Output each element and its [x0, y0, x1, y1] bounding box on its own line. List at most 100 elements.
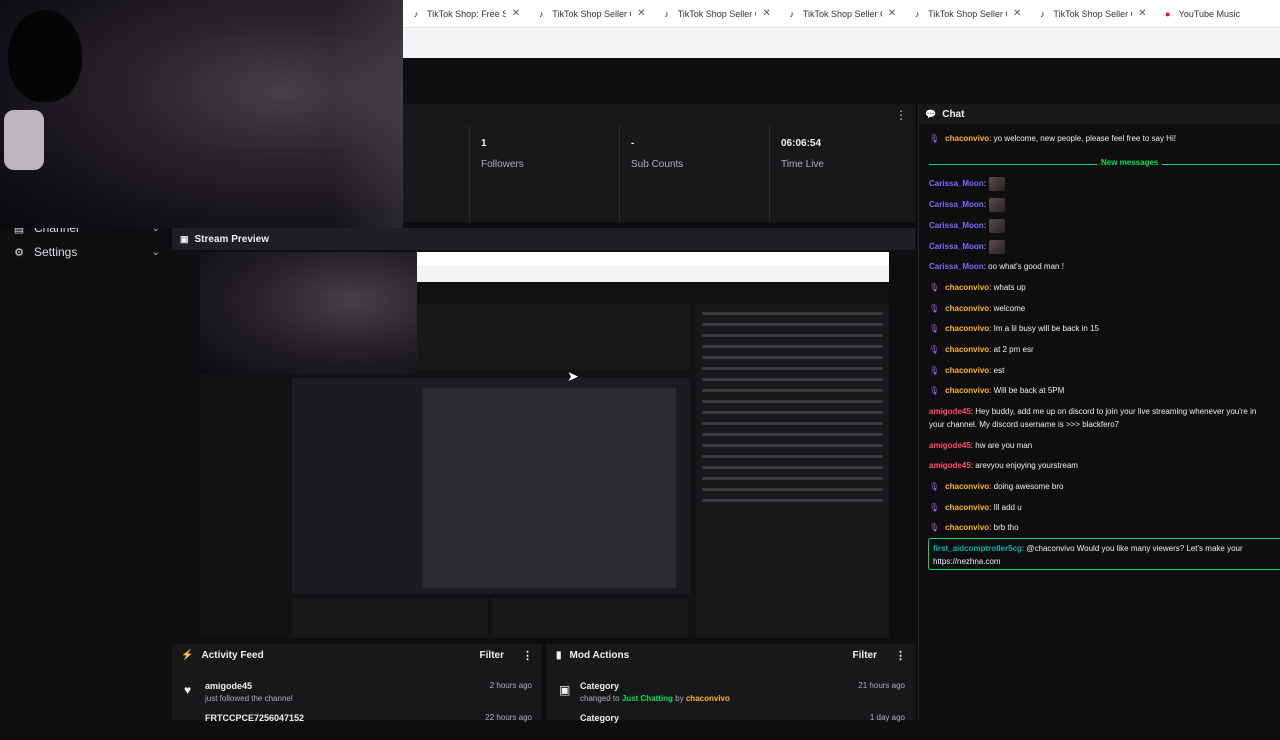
mod-action-time: 21 hours ago	[858, 681, 905, 690]
browser-tab[interactable]: ♪ TikTok Shop Seller Cen ✕	[528, 0, 653, 28]
chat-username[interactable]: chaconvivo	[945, 482, 989, 491]
chat-message: 🎙 chaconvivo: doing awesome bro	[929, 480, 1280, 493]
mod-actions-header: ▮ Mod Actions Filter ⋮	[547, 644, 915, 666]
chat-username[interactable]: Carissa_Moon	[929, 221, 984, 230]
chat-username[interactable]: Carissa_Moon	[929, 200, 984, 209]
chat-username[interactable]: first_aidcomptroller5cg	[933, 544, 1022, 553]
tab-title: TikTok Shop Seller Cen	[677, 8, 757, 19]
chat-text: your channel. My discord username is >>>…	[929, 420, 1120, 429]
emote-icon	[988, 240, 1005, 254]
more-options-icon[interactable]: ⋮	[522, 649, 533, 662]
chat-username[interactable]: amigode45	[929, 441, 971, 450]
browser-address-bar[interactable]	[403, 28, 1280, 58]
video-icon: ▣	[180, 233, 189, 244]
chat-username[interactable]: Carissa_Moon	[929, 262, 984, 271]
emote-icon	[988, 219, 1005, 233]
chat-text: : doing awesome bro	[989, 482, 1064, 491]
chat-username[interactable]: Carissa_Moon	[929, 179, 984, 188]
feed-desc: just followed the channel	[205, 694, 293, 703]
tab-title: TikTok Shop Seller Cen	[802, 8, 882, 19]
mod-action-desc: changed to Just Chatting by chaconvivo	[580, 694, 730, 703]
close-tab-icon[interactable]: ✕	[1138, 8, 1146, 19]
chat-message: 🎙 chaconvivo: Ill add u	[929, 501, 1280, 514]
chat-username[interactable]: chaconvivo	[945, 366, 989, 375]
close-tab-icon[interactable]: ✕	[762, 8, 770, 19]
feed-time: 22 hours ago	[485, 713, 532, 722]
chat-username[interactable]: chaconvivo	[945, 523, 989, 532]
emote-icon	[988, 177, 1005, 191]
preview-chat	[696, 304, 889, 638]
preview-stats	[417, 304, 689, 370]
new-messages-label: New messages	[1097, 158, 1163, 167]
preview-webcam	[200, 252, 417, 374]
microphone-badge-icon: 🎙	[929, 523, 940, 532]
mod-action-row[interactable]: ▣ Category changed to Just Chatting by c…	[547, 678, 915, 708]
chat-text: :	[983, 179, 986, 189]
webcam-overlay	[0, 0, 403, 228]
activity-feed-filter-button[interactable]: Filter	[480, 650, 504, 661]
heart-icon: ♥	[184, 683, 192, 697]
chat-text: : Im a lil busy will be back in 15	[989, 324, 1099, 333]
chat-username[interactable]: chaconvivo	[945, 324, 989, 333]
browser-tab[interactable]: ♪ TikTok Shop: Free Shop ✕	[403, 0, 528, 28]
chat-message: 🎙 chaconvivo: Will be back at 5PM	[929, 384, 1280, 397]
chat-username[interactable]: chaconvivo	[945, 503, 989, 512]
mod-actions-filter-button[interactable]: Filter	[853, 650, 877, 661]
browser-tab[interactable]: ♪ TikTok Shop Seller Cen ✕	[904, 0, 1029, 28]
activity-feed-row[interactable]: ♥ amigode45 just followed the channel 2 …	[172, 678, 542, 708]
sidebar-item-settings[interactable]: ⚙ Settings ⌄	[12, 242, 160, 262]
chat-username[interactable]: chaconvivo	[945, 283, 989, 292]
chat-message: 🎙 chaconvivo: Im a lil busy will be back …	[929, 322, 1280, 335]
lightning-icon: ⚡	[181, 649, 194, 661]
chat-text: :	[983, 242, 986, 252]
chat-message: Carissa_Moon:	[929, 177, 1280, 191]
chat-panel: 💬 Chat New messages 🎙 chaconvivo: yo welc…	[918, 104, 1280, 720]
stat-value: -	[631, 138, 635, 149]
stat-value: 1	[481, 138, 487, 149]
chat-username[interactable]: amigode45	[929, 407, 971, 416]
chat-message: first_aidcomptroller5cg: @chaconvivo Wou…	[933, 542, 1280, 555]
stat-label: Followers	[481, 159, 524, 170]
chat-username[interactable]: chaconvivo	[945, 386, 989, 395]
webcam-light	[330, 0, 403, 228]
stream-preview-video[interactable]	[200, 252, 889, 638]
mod-action-name: Category	[580, 681, 620, 691]
chat-username[interactable]: chaconvivo	[945, 345, 989, 354]
chat-message: 🎙 chaconvivo: welcome	[929, 302, 1280, 315]
browser-tab[interactable]: ● YouTube Music	[1155, 0, 1280, 28]
feed-user: FRTCCPCE7256047152	[205, 713, 305, 723]
activity-feed-row[interactable]: FRTCCPCE7256047152 22 hours ago	[172, 710, 542, 740]
browser-tab[interactable]: ♪ TikTok Shop Seller Cen ✕	[1029, 0, 1154, 28]
chat-text: : est	[989, 366, 1005, 375]
close-tab-icon[interactable]: ✕	[888, 8, 896, 19]
close-tab-icon[interactable]: ✕	[637, 8, 645, 19]
chevron-down-icon: ⌄	[151, 246, 160, 258]
chat-username[interactable]: amigode45	[929, 461, 971, 470]
browser-tab[interactable]: ♪ TikTok Shop Seller Cen ✕	[654, 0, 779, 28]
mod-actions-title: Mod Actions	[569, 649, 630, 661]
stat-value: 06:06:54	[781, 138, 822, 149]
browser-tab[interactable]: ♪ TikTok Shop Seller Cen ✕	[779, 0, 904, 28]
chat-message: 🎙 chaconvivo: est	[929, 364, 1280, 377]
tiktok-icon: ♪	[413, 8, 419, 19]
mod-action-row[interactable]: Category 1 day ago	[547, 710, 915, 740]
microphone-badge-icon: 🎙	[929, 345, 940, 354]
microphone-badge-icon: 🎙	[929, 386, 940, 395]
chat-username[interactable]: chaconvivo	[945, 134, 989, 143]
close-tab-icon[interactable]: ✕	[1013, 8, 1021, 19]
chat-text: https://nezhna.com	[933, 557, 1001, 566]
tab-title: YouTube Music	[1178, 8, 1241, 19]
mouse-cursor-icon: ➤	[567, 368, 579, 384]
chat-username[interactable]: Carissa_Moon	[929, 242, 984, 251]
stat-label: Time Live	[781, 159, 824, 170]
more-options-icon[interactable]: ⋮	[895, 108, 907, 122]
tiktok-icon: ♪	[539, 8, 544, 19]
chat-header: 💬 Chat	[919, 104, 1280, 124]
close-tab-icon[interactable]: ✕	[512, 8, 520, 19]
chat-text: : Hey buddy, add me up on discord to joi…	[970, 407, 1257, 416]
chat-title: Chat	[942, 108, 965, 120]
more-options-icon[interactable]: ⋮	[895, 649, 906, 662]
chat-username[interactable]: chaconvivo	[945, 304, 989, 313]
mod-action-name: Category	[580, 713, 620, 723]
shield-icon: ▮	[556, 649, 562, 661]
